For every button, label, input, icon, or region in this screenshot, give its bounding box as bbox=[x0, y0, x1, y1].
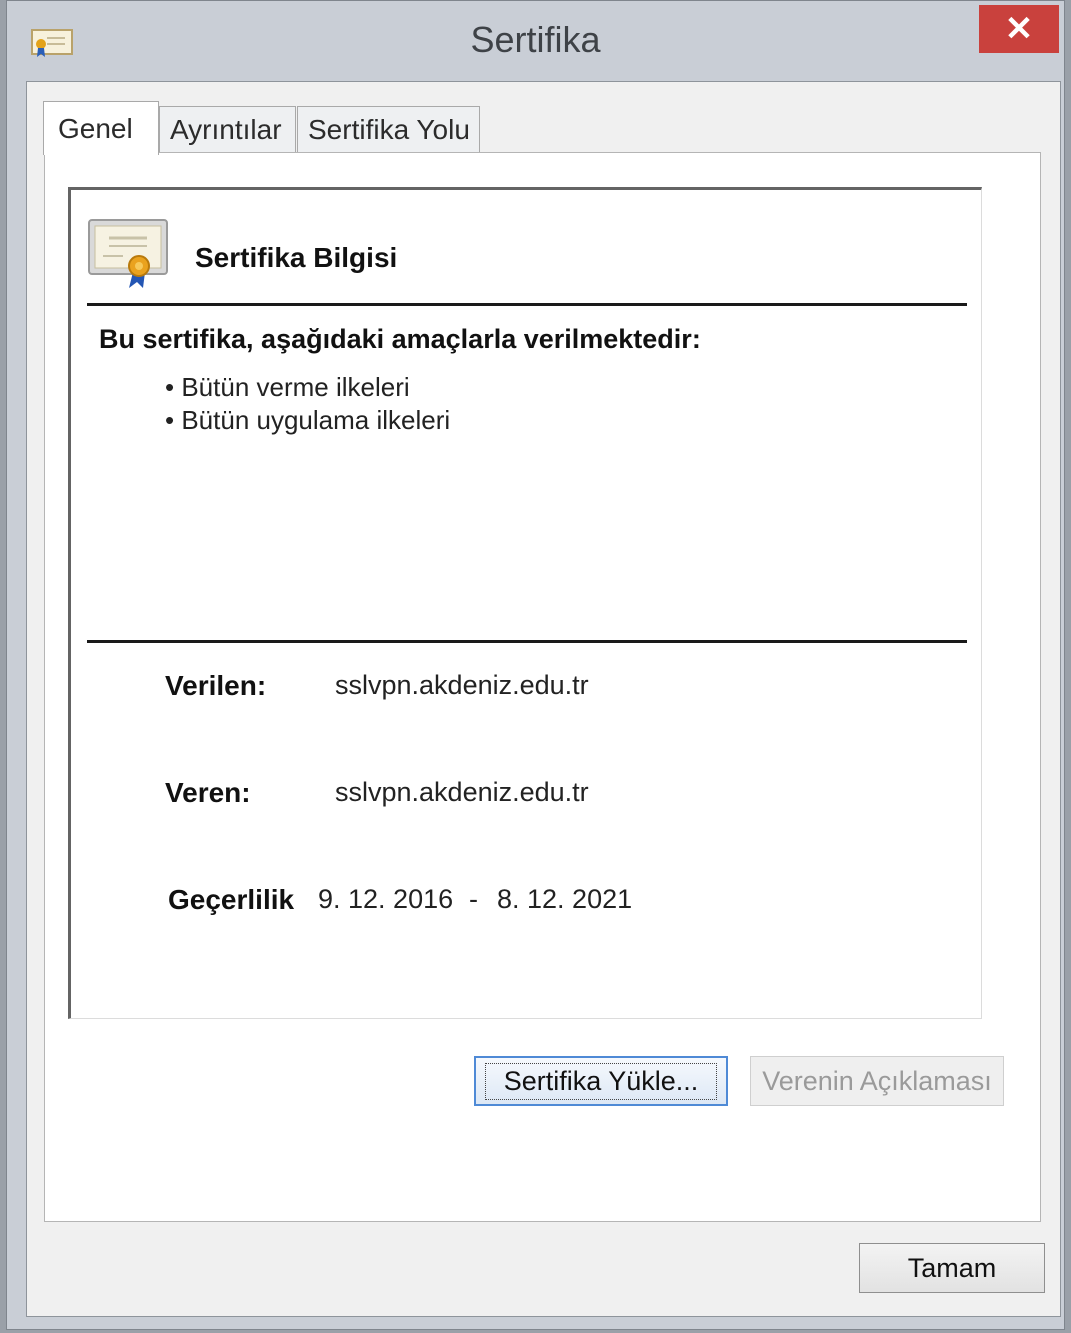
close-button[interactable]: ✕ bbox=[979, 5, 1059, 53]
issued-by-label: Veren: bbox=[165, 777, 251, 808]
purpose-item: • Bütün verme ilkeleri bbox=[165, 372, 410, 402]
window-title: Sertifika bbox=[470, 19, 601, 60]
certificate-dialog: Sertifika ✕ Genel Ayrıntılar Sertifika Y… bbox=[6, 0, 1065, 1330]
divider bbox=[87, 303, 967, 306]
info-heading: Sertifika Bilgisi bbox=[195, 242, 398, 273]
validity-label: Geçerlilik bbox=[168, 884, 295, 915]
validity-separator: - bbox=[469, 884, 478, 914]
issuer-statement-button[interactable]: Verenin Açıklaması bbox=[750, 1056, 1004, 1106]
close-icon: ✕ bbox=[1004, 10, 1034, 48]
divider bbox=[87, 640, 967, 643]
ok-label: Tamam bbox=[907, 1252, 997, 1283]
tab-genel[interactable]: Genel bbox=[43, 101, 159, 155]
issued-by-value[interactable]: sslvpn.akdeniz.edu.tr bbox=[335, 777, 589, 808]
certificate-icon bbox=[88, 219, 168, 288]
certificate-info-box: Sertifika Bilgisi Bu sertifika, aşağıdak… bbox=[68, 187, 982, 1019]
tab-label: Genel bbox=[58, 112, 133, 144]
issuer-statement-label: Verenin Açıklaması bbox=[762, 1065, 992, 1096]
install-certificate-button[interactable]: Sertifika Yükle... bbox=[474, 1056, 728, 1106]
dialog-client-area: Genel Ayrıntılar Sertifika Yolu Sertifik… bbox=[26, 81, 1061, 1317]
issued-to-value[interactable]: sslvpn.akdeniz.edu.tr bbox=[335, 670, 589, 701]
ok-button[interactable]: Tamam bbox=[859, 1243, 1045, 1293]
tab-sertifika-yolu[interactable]: Sertifika Yolu bbox=[297, 106, 480, 154]
install-certificate-label: Sertifika Yükle... bbox=[484, 1062, 718, 1100]
tab-label: Ayrıntılar bbox=[170, 114, 282, 145]
valid-from: 9. 12. 2016 bbox=[318, 884, 454, 914]
tab-ayrintilar[interactable]: Ayrıntılar bbox=[159, 106, 296, 154]
tab-label: Sertifika Yolu bbox=[308, 114, 470, 145]
issued-to-label: Verilen: bbox=[165, 670, 267, 701]
purpose-heading: Bu sertifika, aşağıdaki amaçlarla verilm… bbox=[99, 324, 701, 354]
title-bar[interactable]: Sertifika ✕ bbox=[7, 1, 1064, 81]
valid-to: 8. 12. 2021 bbox=[497, 884, 633, 914]
purpose-item: • Bütün uygulama ilkeleri bbox=[165, 405, 451, 435]
